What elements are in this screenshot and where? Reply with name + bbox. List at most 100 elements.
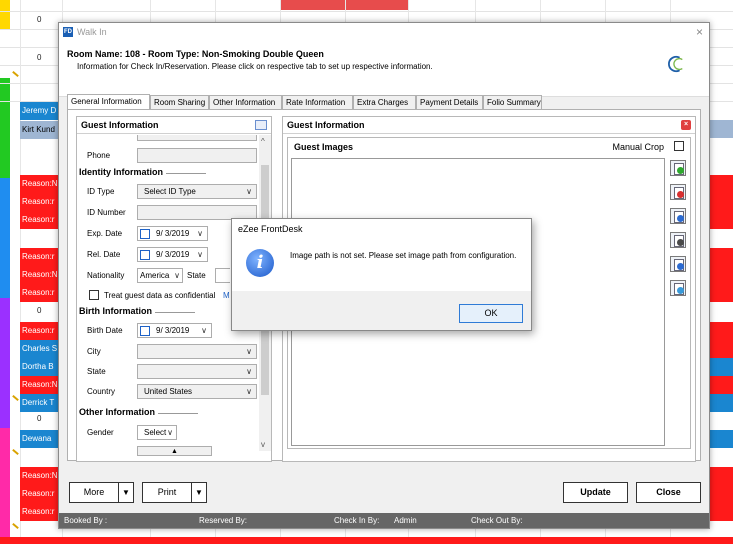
tab-payment-details[interactable]: Payment Details — [416, 95, 483, 109]
scan-image-icon[interactable] — [670, 232, 686, 248]
exp-date-checkbox[interactable] — [140, 229, 150, 239]
manual-crop-checkbox[interactable] — [674, 141, 684, 151]
pencil-icon — [11, 70, 19, 78]
update-button[interactable]: Update — [563, 482, 628, 503]
check-in-by-label: Check In By: — [334, 516, 380, 525]
add-image-icon[interactable] — [670, 160, 686, 176]
dialog-title: Walk In — [77, 27, 107, 37]
exp-date-picker[interactable]: 9/ 3/2019 ∨ — [137, 226, 208, 241]
bg-cell: Reason:r — [20, 211, 62, 229]
scroll-up-icon[interactable]: ^ — [261, 137, 265, 146]
bottom-red-bar — [0, 537, 733, 544]
bg-zero: 0 — [37, 306, 42, 315]
chevron-down-icon: ∨ — [246, 387, 252, 396]
message-text: Image path is not set. Please set image … — [290, 251, 517, 260]
bg-cell: Reason:r — [20, 322, 62, 340]
rel-date-label: Rel. Date — [87, 250, 121, 259]
state2-select[interactable]: ∨ — [137, 364, 257, 379]
chevron-down-icon: ∨ — [246, 347, 252, 356]
more-button[interactable]: More — [69, 482, 119, 503]
check-out-by-label: Check Out By: — [471, 516, 523, 525]
bg-cell: Reason:r — [20, 284, 62, 302]
bg-cell: Reason:r — [20, 248, 62, 266]
delete-image-icon[interactable] — [670, 184, 686, 200]
bg-cell: Reason:N — [20, 467, 62, 485]
tab-general-information[interactable]: General Information — [67, 94, 150, 109]
bg-cell: Jeremy D — [20, 102, 62, 120]
message-body: i Image path is not set. Please set imag… — [232, 239, 531, 291]
country-label: Country — [87, 387, 116, 396]
bg-cell: Reason:N — [20, 175, 62, 193]
bg-cell: Reason:N — [20, 266, 62, 284]
dialog-close-icon[interactable]: × — [696, 25, 703, 39]
pencil-icon — [11, 448, 19, 456]
panel-options-icon[interactable] — [255, 120, 267, 130]
exp-date-value: 9/ 3/2019 — [156, 229, 190, 238]
birth-date-checkbox[interactable] — [140, 326, 150, 336]
id-type-select[interactable]: Select ID Type ∨ — [137, 184, 257, 199]
country-select[interactable]: United States ∨ — [137, 384, 257, 399]
message-title: eZee FrontDesk — [232, 219, 531, 239]
left-panel-header: Guest Information — [77, 117, 271, 134]
birth-date-label: Birth Date — [87, 326, 123, 335]
print-dropdown-button[interactable]: ▼ — [191, 482, 207, 503]
rel-date-checkbox[interactable] — [140, 250, 150, 260]
check-in-user: Admin — [394, 516, 417, 525]
confidential-checkbox[interactable] — [89, 290, 99, 300]
other-heading: Other Information — [79, 407, 198, 417]
id-type-value: Select ID Type — [144, 187, 196, 196]
state-select[interactable] — [215, 268, 230, 283]
stripe-pink — [0, 428, 10, 538]
phone-field[interactable] — [137, 148, 257, 163]
pencil-icon — [11, 394, 19, 402]
print-button[interactable]: Print — [142, 482, 192, 503]
message-dialog: eZee FrontDesk i Image path is not set. … — [231, 218, 532, 331]
rel-date-picker[interactable]: 9/ 3/2019 ∨ — [137, 247, 208, 262]
bg-cell: Reason:N — [20, 376, 62, 394]
bg-zero: 0 — [37, 53, 42, 62]
chevron-down-icon: ∨ — [167, 428, 173, 437]
birth-date-picker[interactable]: 9/ 3/2019 ∨ — [137, 323, 212, 338]
pencil-icon — [11, 522, 19, 530]
header-info-text: Information for Check In/Reservation. Pl… — [77, 62, 433, 71]
tab-rate-information[interactable]: Rate Information — [282, 95, 353, 109]
ok-button[interactable]: OK — [459, 304, 523, 323]
stripe-purple — [0, 298, 10, 428]
more-dropdown-button[interactable]: ▼ — [118, 482, 134, 503]
bg-cell: Reason:r — [20, 503, 62, 521]
nationality-label: Nationality — [87, 271, 125, 280]
nationality-select[interactable]: America ∨ — [137, 268, 183, 283]
tab-other-information[interactable]: Other Information — [209, 95, 282, 109]
dropdown-arrow-icon: ▼ — [122, 488, 130, 497]
city-select[interactable]: ∨ — [137, 344, 257, 359]
stripe-blue — [0, 178, 10, 298]
field-above[interactable] — [137, 135, 257, 141]
rel-date-value: 9/ 3/2019 — [156, 250, 190, 259]
birth-date-value: 9/ 3/2019 — [156, 326, 190, 335]
scroll-down-icon[interactable]: v — [261, 440, 265, 449]
bg-cell: Derrick T — [20, 394, 62, 412]
close-panel-icon[interactable]: × — [681, 120, 691, 130]
bg-zero: 0 — [37, 414, 42, 423]
tab-room-sharing[interactable]: Room Sharing — [150, 95, 209, 109]
expand-more-button[interactable]: ▲ — [137, 446, 212, 456]
confidential-link[interactable]: M — [223, 291, 230, 300]
tab-extra-charges[interactable]: Extra Charges — [353, 95, 416, 109]
bg-zero: 0 — [37, 15, 42, 24]
right-panel-title: Guest Information — [287, 120, 365, 130]
bg-cell: Dewana — [20, 430, 62, 448]
refresh-image-icon[interactable] — [670, 280, 686, 296]
chevron-down-icon: ∨ — [246, 187, 252, 196]
chevron-down-icon: ∨ — [197, 250, 203, 259]
booked-by-label: Booked By : — [64, 516, 108, 525]
gender-label: Gender — [87, 428, 114, 437]
save-image-icon[interactable] — [670, 256, 686, 272]
close-button[interactable]: Close — [636, 482, 701, 503]
birth-heading: Birth Information — [79, 306, 195, 316]
tab-folio-summary[interactable]: Folio Summary — [483, 95, 542, 109]
chevron-down-icon: ∨ — [174, 271, 180, 280]
zoom-image-icon[interactable] — [670, 208, 686, 224]
chevron-down-icon: ∨ — [201, 326, 207, 335]
gender-select[interactable]: Select ∨ — [137, 425, 177, 440]
dropdown-arrow-icon: ▼ — [195, 488, 203, 497]
